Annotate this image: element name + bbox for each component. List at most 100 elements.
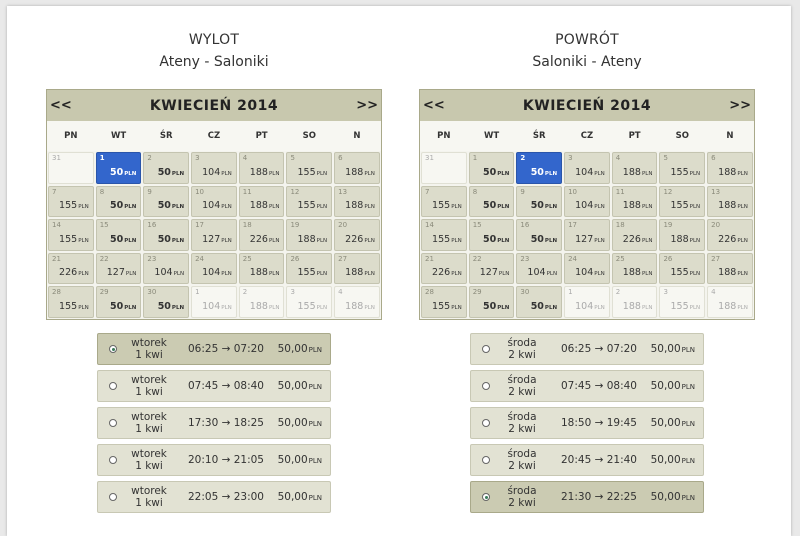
calendar-day-cell[interactable]: 26 155PLN bbox=[659, 252, 706, 284]
calendar-day-cell[interactable]: 9 50PLN bbox=[516, 185, 563, 217]
calendar-day-cell[interactable]: 22 127PLN bbox=[95, 252, 142, 284]
calendar-day-cell[interactable]: 10 104PLN bbox=[191, 185, 237, 217]
calendar-day-cell[interactable]: 4 188PLN bbox=[611, 152, 658, 184]
calendar-day-cell[interactable]: 2 188PLN bbox=[611, 286, 658, 318]
calendar-day-cell[interactable]: 18 226PLN bbox=[611, 219, 658, 251]
calendar-day-cell[interactable]: 30 50PLN bbox=[516, 286, 563, 318]
flight-option[interactable]: środa 2 kwi 18:50 → 19:45 50,00PLN bbox=[470, 407, 704, 439]
calendar-day-cell[interactable]: 21 226PLN bbox=[421, 252, 467, 284]
calendar-day-cell[interactable]: 2 188PLN bbox=[238, 286, 285, 318]
calendar-day-cell[interactable]: 3 104PLN bbox=[191, 152, 237, 184]
flight-radio[interactable] bbox=[482, 345, 490, 353]
calendar-day-cell[interactable]: 20 226PLN bbox=[707, 219, 753, 251]
calendar-day-cell[interactable]: 1 104PLN bbox=[191, 286, 237, 318]
day-number: 17 bbox=[195, 221, 204, 229]
flight-option[interactable]: środa 2 kwi 20:45 → 21:40 50,00PLN bbox=[470, 444, 704, 476]
flight-option[interactable]: środa 2 kwi 21:30 → 22:25 50,00PLN bbox=[470, 481, 704, 513]
calendar-day-cell[interactable]: 5 155PLN bbox=[659, 152, 706, 184]
calendar-day-cell[interactable]: 31 bbox=[421, 152, 467, 184]
calendar-day-cell[interactable]: 1 104PLN bbox=[564, 286, 610, 318]
calendar-day-cell[interactable]: 20 226PLN bbox=[334, 219, 380, 251]
flight-radio[interactable] bbox=[482, 382, 490, 390]
calendar-day-cell[interactable]: 16 50PLN bbox=[516, 219, 563, 251]
calendar-day-cell[interactable]: 21 226PLN bbox=[48, 252, 94, 284]
calendar-day-cell[interactable]: 11 188PLN bbox=[238, 185, 285, 217]
calendar-day-cell[interactable]: 23 104PLN bbox=[143, 252, 190, 284]
calendar-day-cell[interactable]: 8 50PLN bbox=[95, 185, 142, 217]
calendar-day-cell[interactable]: 16 50PLN bbox=[143, 219, 190, 251]
calendar-day-cell[interactable]: 25 188PLN bbox=[611, 252, 658, 284]
calendar-day-cell[interactable]: 8 50PLN bbox=[468, 185, 515, 217]
flight-radio[interactable] bbox=[109, 456, 117, 464]
calendar-day-cell[interactable]: 10 104PLN bbox=[564, 185, 610, 217]
flight-option[interactable]: środa 2 kwi 06:25 → 07:20 50,00PLN bbox=[470, 333, 704, 365]
calendar-day-cell[interactable]: 3 104PLN bbox=[564, 152, 610, 184]
calendar-day-cell[interactable]: 19 188PLN bbox=[659, 219, 706, 251]
calendar-day-cell[interactable]: 4 188PLN bbox=[238, 152, 285, 184]
flight-radio[interactable] bbox=[109, 493, 117, 501]
calendar-day-cell[interactable]: 6 188PLN bbox=[707, 152, 753, 184]
day-price-value: 50 bbox=[110, 166, 124, 178]
calendar-day-cell[interactable]: 13 188PLN bbox=[334, 185, 380, 217]
calendar-day-cell[interactable]: 23 104PLN bbox=[516, 252, 563, 284]
calendar-day-cell[interactable]: 5 155PLN bbox=[286, 152, 333, 184]
calendar-day-cell[interactable]: 15 50PLN bbox=[468, 219, 515, 251]
day-price-value: 50 bbox=[530, 200, 544, 211]
next-month-button[interactable]: >> bbox=[727, 98, 751, 113]
calendar-day-cell[interactable]: 4 188PLN bbox=[707, 286, 753, 318]
flight-option[interactable]: wtorek 1 kwi 06:25 → 07:20 50,00PLN bbox=[97, 333, 331, 365]
calendar-day-cell[interactable]: 13 188PLN bbox=[707, 185, 753, 217]
calendar-day-cell[interactable]: 3 155PLN bbox=[659, 286, 706, 318]
calendar-day-cell[interactable]: 4 188PLN bbox=[334, 286, 380, 318]
day-price-currency: PLN bbox=[641, 237, 653, 244]
flight-option[interactable]: wtorek 1 kwi 17:30 → 18:25 50,00PLN bbox=[97, 407, 331, 439]
flight-option[interactable]: wtorek 1 kwi 22:05 → 23:00 50,00PLN bbox=[97, 481, 331, 513]
flight-option[interactable]: wtorek 1 kwi 20:10 → 21:05 50,00PLN bbox=[97, 444, 331, 476]
calendar-day-cell[interactable]: 29 50PLN bbox=[95, 286, 142, 318]
calendar-day-cell[interactable]: 26 155PLN bbox=[286, 252, 333, 284]
calendar-day-cell[interactable]: 6 188PLN bbox=[334, 152, 380, 184]
calendar-day-cell[interactable]: 30 50PLN bbox=[143, 286, 190, 318]
calendar-day-cell[interactable]: 25 188PLN bbox=[238, 252, 285, 284]
calendar-day-cell[interactable]: 1 50PLN bbox=[468, 152, 515, 184]
calendar-day-cell[interactable]: 27 188PLN bbox=[707, 252, 753, 284]
calendar-day-cell[interactable]: 29 50PLN bbox=[468, 286, 515, 318]
calendar-day-cell[interactable]: 24 104PLN bbox=[564, 252, 610, 284]
flight-option[interactable]: środa 2 kwi 07:45 → 08:40 50,00PLN bbox=[470, 370, 704, 402]
calendar-day-cell[interactable]: 17 127PLN bbox=[191, 219, 237, 251]
calendar-day-cell[interactable]: 14 155PLN bbox=[48, 219, 94, 251]
calendar-day-cell[interactable]: 19 188PLN bbox=[286, 219, 333, 251]
day-number: 27 bbox=[711, 254, 721, 263]
calendar-day-cell[interactable]: 22 127PLN bbox=[468, 252, 515, 284]
prev-month-button[interactable]: << bbox=[423, 98, 447, 113]
calendar-day-cell[interactable]: 27 188PLN bbox=[334, 252, 380, 284]
calendar-day-cell[interactable]: 12 155PLN bbox=[659, 185, 706, 217]
day-price: 188PLN bbox=[250, 200, 280, 211]
calendar-day-cell[interactable]: 7 155PLN bbox=[48, 185, 94, 217]
flight-radio[interactable] bbox=[482, 493, 490, 501]
calendar-day-cell[interactable]: 2 50PLN bbox=[143, 152, 190, 184]
calendar-day-cell[interactable]: 9 50PLN bbox=[143, 185, 190, 217]
flight-radio[interactable] bbox=[482, 419, 490, 427]
calendar-day-cell[interactable]: 14 155PLN bbox=[421, 219, 467, 251]
calendar-day-cell[interactable]: 31 bbox=[48, 152, 94, 184]
calendar-day-cell[interactable]: 28 155PLN bbox=[421, 286, 467, 318]
calendar-day-cell[interactable]: 17 127PLN bbox=[564, 219, 610, 251]
calendar-day-cell[interactable]: 12 155PLN bbox=[286, 185, 333, 217]
calendar-day-cell[interactable]: 3 155PLN bbox=[286, 286, 333, 318]
flight-option[interactable]: wtorek 1 kwi 07:45 → 08:40 50,00PLN bbox=[97, 370, 331, 402]
flight-radio[interactable] bbox=[109, 382, 117, 390]
flight-radio[interactable] bbox=[109, 345, 117, 353]
flight-radio[interactable] bbox=[109, 419, 117, 427]
calendar-day-cell[interactable]: 11 188PLN bbox=[611, 185, 658, 217]
calendar-day-cell[interactable]: 7 155PLN bbox=[421, 185, 467, 217]
calendar-day-cell[interactable]: 1 50PLN bbox=[95, 152, 142, 184]
prev-month-button[interactable]: << bbox=[50, 98, 74, 113]
calendar-day-cell[interactable]: 28 155PLN bbox=[48, 286, 94, 318]
flight-radio[interactable] bbox=[482, 456, 490, 464]
calendar-day-cell[interactable]: 24 104PLN bbox=[191, 252, 237, 284]
calendar-day-cell[interactable]: 2 50PLN bbox=[516, 152, 563, 184]
next-month-button[interactable]: >> bbox=[354, 98, 378, 113]
calendar-day-cell[interactable]: 15 50PLN bbox=[95, 219, 142, 251]
calendar-day-cell[interactable]: 18 226PLN bbox=[238, 219, 285, 251]
